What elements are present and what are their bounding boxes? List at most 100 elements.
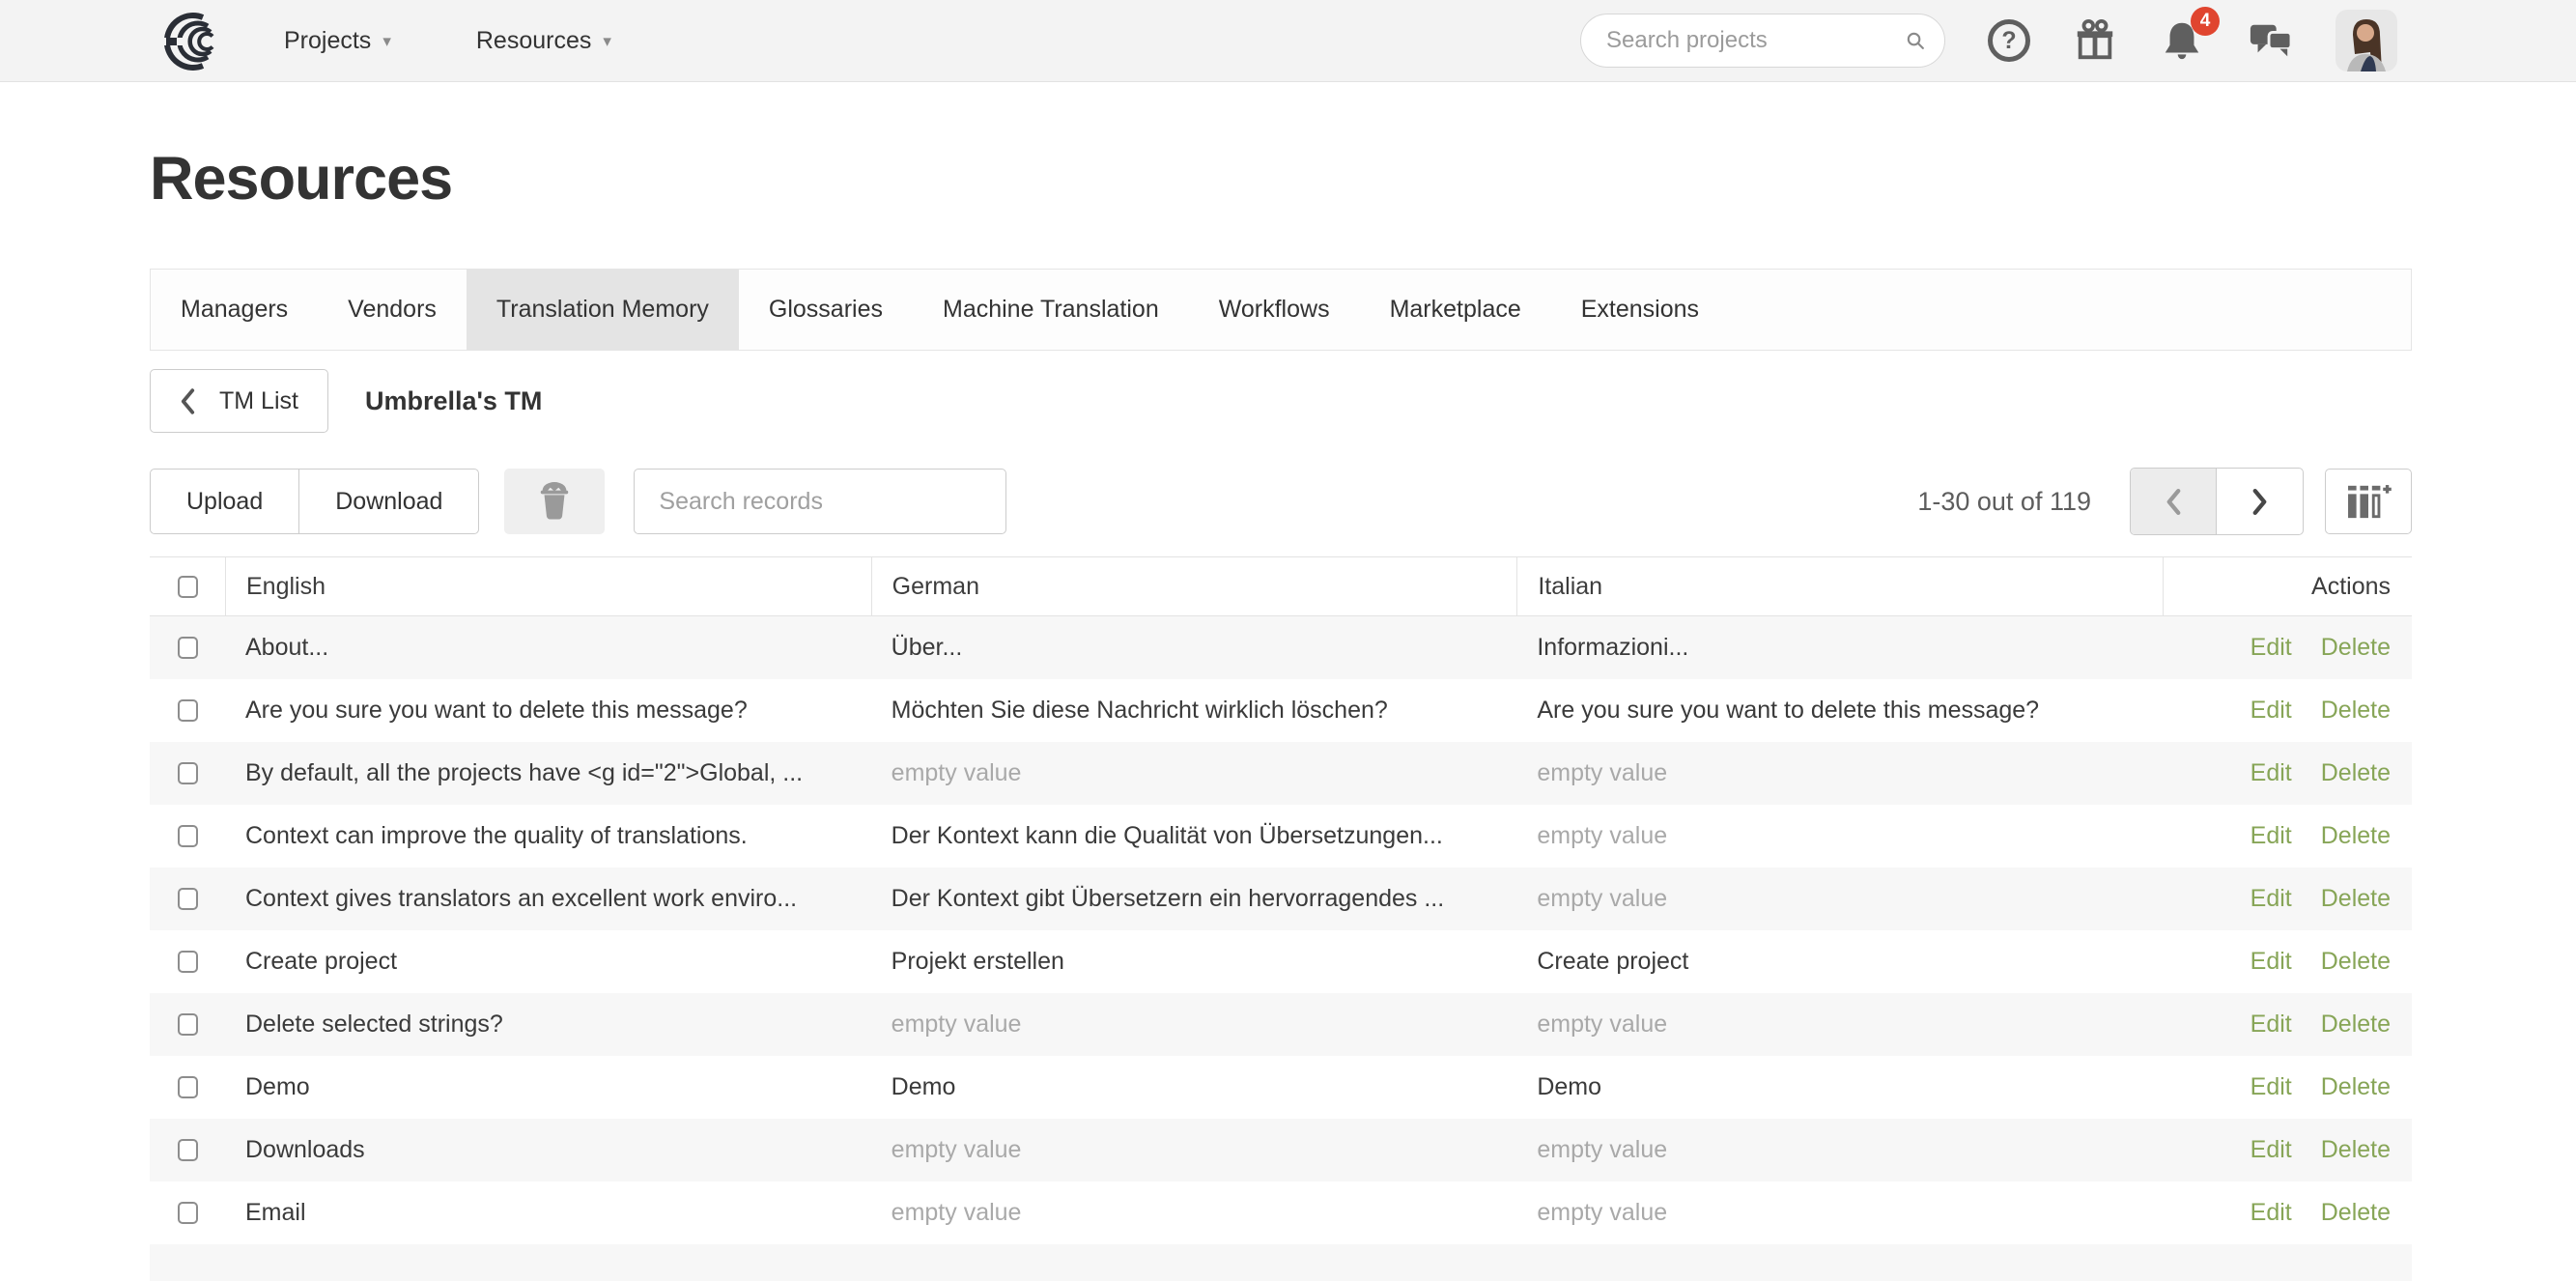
cell-italian: empty value bbox=[1516, 1199, 2163, 1227]
edit-link[interactable]: Edit bbox=[2250, 759, 2292, 787]
tab-managers[interactable]: Managers bbox=[151, 270, 318, 350]
tab-vendors[interactable]: Vendors bbox=[318, 270, 467, 350]
tab-glossaries[interactable]: Glossaries bbox=[739, 270, 913, 350]
tm-name-title: Umbrella's TM bbox=[365, 386, 542, 416]
select-all-checkbox[interactable] bbox=[178, 576, 198, 598]
table-row: Context can improve the quality of trans… bbox=[150, 805, 2412, 868]
table-row: Delete selected strings? empty value emp… bbox=[150, 993, 2412, 1056]
row-checkbox[interactable] bbox=[178, 1139, 198, 1161]
edit-link[interactable]: Edit bbox=[2250, 822, 2292, 850]
row-checkbox[interactable] bbox=[178, 699, 198, 722]
tm-list-back-button[interactable]: TM List bbox=[150, 369, 328, 433]
next-page-button[interactable] bbox=[2217, 469, 2303, 534]
cell-german: Demo bbox=[871, 1073, 1517, 1101]
cell-english: By default, all the projects have <g id=… bbox=[225, 759, 871, 787]
cell-italian: Create project bbox=[1516, 948, 2163, 976]
row-checkbox[interactable] bbox=[178, 951, 198, 973]
tm-records-table: English German Italian Actions About... … bbox=[150, 556, 2412, 1281]
cell-english: Downloads bbox=[225, 1136, 871, 1164]
table-row: Create project Projekt erstellen Create … bbox=[150, 930, 2412, 993]
messages-icon[interactable] bbox=[2247, 19, 2293, 62]
tm-toolbar: Upload Download 1-30 out of 119 bbox=[150, 468, 2412, 535]
notifications-bell[interactable]: 4 bbox=[2160, 18, 2204, 63]
tab-marketplace[interactable]: Marketplace bbox=[1360, 270, 1551, 350]
table-row: Downloads empty value empty value Edit D… bbox=[150, 1119, 2412, 1181]
delete-link[interactable]: Delete bbox=[2321, 1011, 2391, 1039]
cell-italian: empty value bbox=[1516, 822, 2163, 850]
cell-italian: empty value bbox=[1516, 1136, 2163, 1164]
table-row-partial bbox=[150, 1244, 2412, 1281]
delete-link[interactable]: Delete bbox=[2321, 822, 2391, 850]
table-row: About... Über... Informazioni... Edit De… bbox=[150, 616, 2412, 679]
cell-english: Demo bbox=[225, 1073, 871, 1101]
delete-link[interactable]: Delete bbox=[2321, 1136, 2391, 1164]
edit-link[interactable]: Edit bbox=[2250, 1073, 2292, 1101]
delete-link[interactable]: Delete bbox=[2321, 1073, 2391, 1101]
search-projects-input[interactable] bbox=[1606, 27, 1906, 54]
table-body: About... Über... Informazioni... Edit De… bbox=[150, 616, 2412, 1281]
delete-link[interactable]: Delete bbox=[2321, 1199, 2391, 1227]
topbar-right: ? 4 bbox=[1580, 10, 2397, 71]
cell-german: empty value bbox=[871, 759, 1517, 787]
app-logo[interactable] bbox=[155, 11, 224, 71]
row-checkbox[interactable] bbox=[178, 1202, 198, 1224]
tab-workflows[interactable]: Workflows bbox=[1189, 270, 1360, 350]
cell-english: Are you sure you want to delete this mes… bbox=[225, 697, 871, 725]
header-actions: Actions bbox=[2163, 557, 2412, 615]
back-button-label: TM List bbox=[219, 387, 298, 415]
user-avatar[interactable] bbox=[2335, 10, 2397, 71]
help-icon[interactable]: ? bbox=[1988, 19, 2030, 62]
row-checkbox[interactable] bbox=[178, 762, 198, 784]
download-button[interactable]: Download bbox=[298, 469, 479, 534]
app-logo-icon bbox=[155, 11, 224, 71]
edit-link[interactable]: Edit bbox=[2250, 634, 2292, 662]
toolbar-right: 1-30 out of 119 bbox=[1917, 468, 2412, 535]
chevron-down-icon: ▾ bbox=[382, 33, 391, 49]
delete-link[interactable]: Delete bbox=[2321, 634, 2391, 662]
prev-page-button[interactable] bbox=[2131, 469, 2217, 534]
delete-link[interactable]: Delete bbox=[2321, 697, 2391, 725]
edit-link[interactable]: Edit bbox=[2250, 885, 2292, 913]
edit-link[interactable]: Edit bbox=[2250, 948, 2292, 976]
nav-projects[interactable]: Projects ▾ bbox=[284, 27, 391, 55]
cell-german: Über... bbox=[871, 634, 1517, 662]
search-icon[interactable] bbox=[1906, 27, 1925, 54]
row-checkbox[interactable] bbox=[178, 1013, 198, 1036]
chevron-left-icon bbox=[180, 387, 196, 415]
breadcrumb: TM List Umbrella's TM bbox=[150, 369, 2412, 433]
header-german: German bbox=[871, 557, 1517, 615]
manage-columns-button[interactable] bbox=[2325, 469, 2412, 534]
row-checkbox[interactable] bbox=[178, 888, 198, 910]
search-records-input[interactable] bbox=[634, 469, 1006, 534]
main-nav: Projects ▾ Resources ▾ bbox=[284, 27, 611, 55]
nav-projects-label: Projects bbox=[284, 27, 371, 55]
gift-icon[interactable] bbox=[2073, 18, 2117, 63]
columns-icon bbox=[2345, 482, 2392, 521]
delete-link[interactable]: Delete bbox=[2321, 885, 2391, 913]
header-english: English bbox=[225, 557, 871, 615]
cell-italian: Are you sure you want to delete this mes… bbox=[1516, 697, 2163, 725]
table-header: English German Italian Actions bbox=[150, 556, 2412, 616]
tab-extensions[interactable]: Extensions bbox=[1551, 270, 1729, 350]
nav-resources[interactable]: Resources ▾ bbox=[476, 27, 611, 55]
edit-link[interactable]: Edit bbox=[2250, 1011, 2292, 1039]
delete-link[interactable]: Delete bbox=[2321, 948, 2391, 976]
delete-selected-button[interactable] bbox=[504, 469, 605, 534]
table-row: Email empty value empty value Edit Delet… bbox=[150, 1181, 2412, 1244]
edit-link[interactable]: Edit bbox=[2250, 697, 2292, 725]
cell-german: empty value bbox=[871, 1136, 1517, 1164]
edit-link[interactable]: Edit bbox=[2250, 1199, 2292, 1227]
row-checkbox[interactable] bbox=[178, 825, 198, 847]
delete-link[interactable]: Delete bbox=[2321, 759, 2391, 787]
projects-searchbox[interactable] bbox=[1580, 14, 1945, 68]
cell-italian: empty value bbox=[1516, 885, 2163, 913]
upload-button[interactable]: Upload bbox=[150, 469, 299, 534]
cell-german: Der Kontext gibt Übersetzern ein hervorr… bbox=[871, 885, 1517, 913]
tab-translation-memory[interactable]: Translation Memory bbox=[467, 270, 739, 350]
row-checkbox[interactable] bbox=[178, 637, 198, 659]
row-checkbox[interactable] bbox=[178, 1076, 198, 1098]
tab-machine-translation[interactable]: Machine Translation bbox=[913, 270, 1189, 350]
cell-english: About... bbox=[225, 634, 871, 662]
edit-link[interactable]: Edit bbox=[2250, 1136, 2292, 1164]
cell-english: Context gives translators an excellent w… bbox=[225, 885, 871, 913]
